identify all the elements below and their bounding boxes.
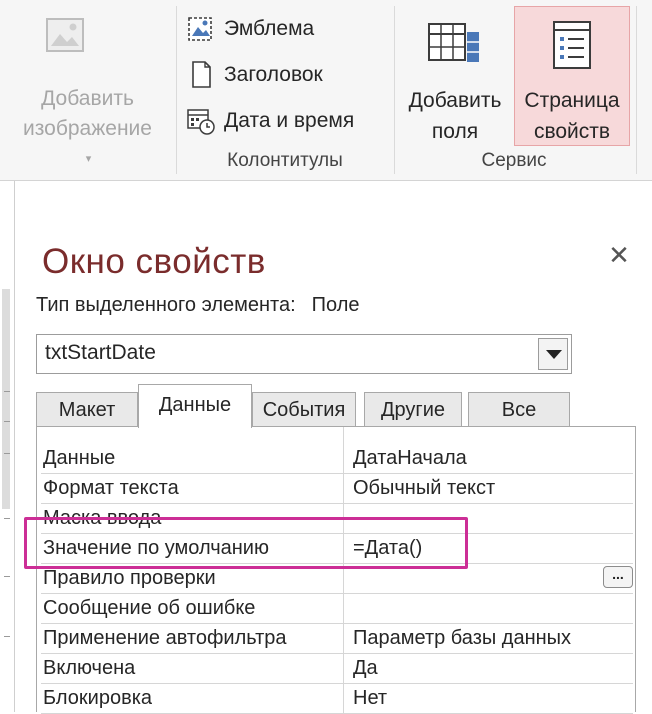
chevron-down-icon[interactable] [538,338,568,370]
property-row[interactable]: Применение автофильтра Параметр базы дан… [41,623,633,654]
property-row[interactable]: Правило проверки ... [41,563,633,594]
tools-group-label: Сервис [481,150,547,171]
strip-scroll-thumb[interactable] [2,289,10,509]
ruler-tick [4,636,10,637]
property-row[interactable]: Формат текста Обычный текст [41,473,633,504]
add-image-label: Добавить изображение ▾ [0,84,175,174]
add-fields-button[interactable]: Добавить поля [398,6,512,144]
property-row[interactable]: Сообщение об ошибке [41,593,633,624]
group-divider [394,6,395,174]
logo-button[interactable]: Эмблема [186,12,314,46]
image-icon [46,18,84,52]
ruler-tick [4,391,10,392]
selection-type: Тип выделенного элемента: Поле [36,294,360,316]
property-row[interactable]: Включена Да [41,653,633,684]
date-time-icon [186,106,216,136]
property-row[interactable]: Данные ДатаНачала [41,443,633,474]
ruler-tick [4,453,10,454]
selected-control-combo[interactable]: txtStartDate [36,334,572,374]
property-row-default-value[interactable]: Значение по умолчанию =Дата() [41,533,633,564]
ruler-tick [4,421,10,422]
chevron-down-icon: ▾ [85,153,92,165]
ribbon: Добавить изображение▾ Эмблема Заголовок [0,0,652,181]
ruler-tick [4,518,10,519]
title-button[interactable]: Заголовок [186,58,323,92]
header-footer-group-label: Колонтитулы [227,150,343,171]
navigation-strip [0,181,15,712]
tab-events[interactable]: События [252,392,356,426]
tab-data[interactable]: Данные [138,384,252,428]
date-time-button[interactable]: Дата и время [186,104,354,138]
property-row[interactable]: Блокировка Нет [41,683,633,714]
logo-icon [186,14,216,44]
close-icon[interactable]: ✕ [606,240,632,270]
group-divider [636,6,637,174]
property-grid: Данные ДатаНачала Формат текста Обычный … [36,426,636,714]
tab-all[interactable]: Все [468,392,570,426]
pane-title: Окно свойств [42,242,266,281]
add-fields-icon [428,23,479,62]
tab-other[interactable]: Другие [364,392,462,426]
title-icon [186,60,216,90]
property-sheet-button[interactable]: Страница свойств [514,6,630,146]
group-divider [176,6,177,174]
property-row[interactable]: Маска ввода [41,503,633,534]
property-sheet-icon [553,21,591,69]
add-image-button[interactable]: Добавить изображение ▾ [0,0,175,178]
ruler-tick [4,576,10,577]
builder-button[interactable]: ... [603,566,633,588]
tab-layout[interactable]: Макет [36,392,138,426]
